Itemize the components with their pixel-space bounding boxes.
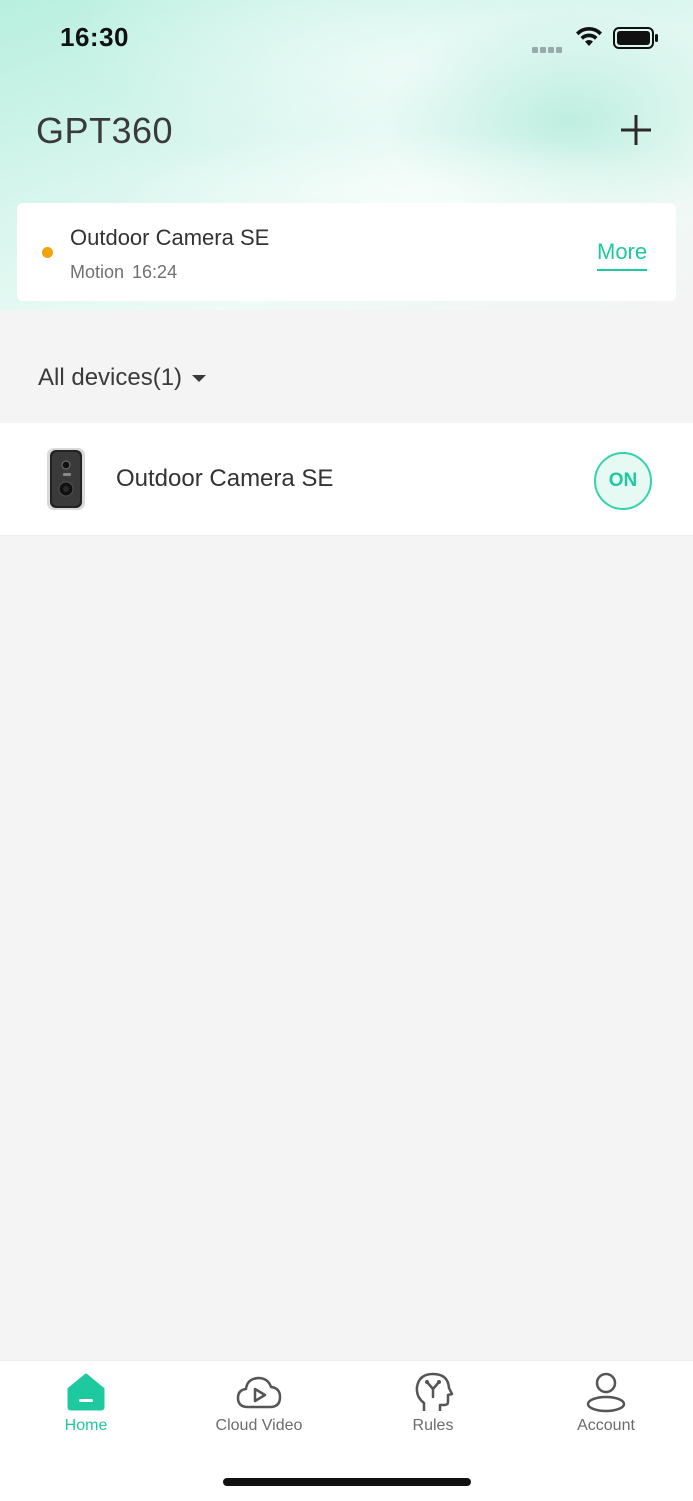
cloud-video-icon: [236, 1376, 282, 1409]
app-title: GPT360: [36, 110, 174, 151]
tab-cloud-video[interactable]: Cloud Video: [199, 1369, 319, 1449]
tab-home[interactable]: Home: [26, 1369, 146, 1449]
status-time: 16:30: [60, 22, 129, 52]
tab-rules-label: Rules: [412, 1417, 454, 1434]
tab-account-label: Account: [577, 1417, 635, 1434]
event-time: 16:24: [132, 262, 178, 282]
caret-down-icon: [192, 375, 207, 383]
tab-rules[interactable]: Rules: [373, 1369, 493, 1449]
cellular-icon: [532, 40, 566, 53]
home-indicator: [223, 1478, 471, 1486]
wifi-icon: [574, 26, 604, 53]
rules-icon: [415, 1372, 454, 1411]
event-device-name: Outdoor Camera SE: [70, 225, 270, 250]
device-filter-dropdown[interactable]: All devices(1): [38, 364, 207, 392]
latest-event-card[interactable]: Outdoor Camera SE Motion 16:24 More: [17, 203, 676, 301]
plus-icon: [621, 115, 651, 145]
event-meta: Motion 16:24: [70, 262, 177, 283]
device-name: Outdoor Camera SE: [116, 465, 334, 492]
camera-device-icon: [47, 448, 85, 510]
account-icon: [586, 1372, 626, 1413]
more-link[interactable]: More: [597, 239, 648, 271]
status-bar: 16:30: [0, 0, 693, 76]
event-status-dot: [42, 247, 53, 258]
battery-icon: [613, 27, 659, 54]
device-power-toggle[interactable]: ON: [594, 452, 652, 510]
tab-cloud-video-label: Cloud Video: [215, 1417, 303, 1434]
filter-label: All devices(1): [38, 364, 183, 391]
home-icon: [67, 1373, 105, 1411]
add-device-button[interactable]: [618, 112, 654, 148]
event-type: Motion: [70, 262, 125, 282]
tab-account[interactable]: Account: [546, 1369, 666, 1449]
device-list-item[interactable]: Outdoor Camera SE ON: [0, 423, 693, 536]
tab-home-label: Home: [64, 1417, 108, 1434]
